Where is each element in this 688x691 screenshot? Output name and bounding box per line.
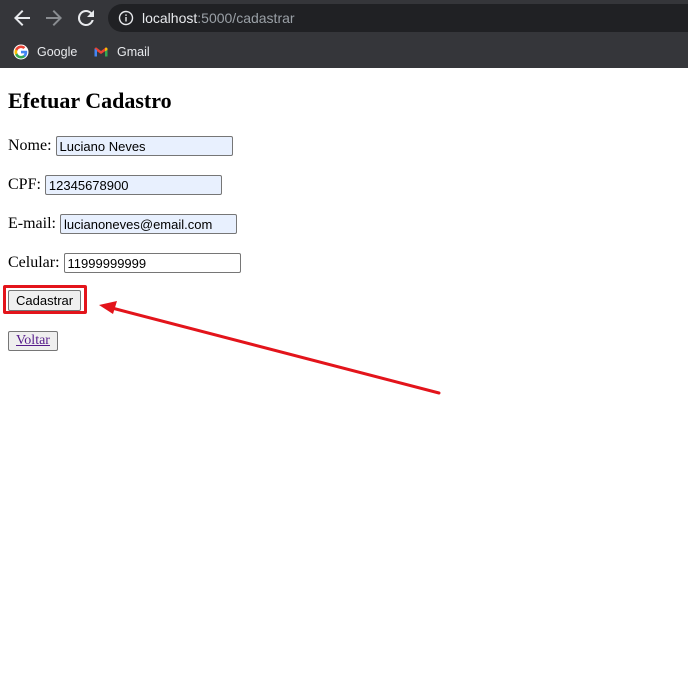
- annotation-arrow: [99, 301, 441, 395]
